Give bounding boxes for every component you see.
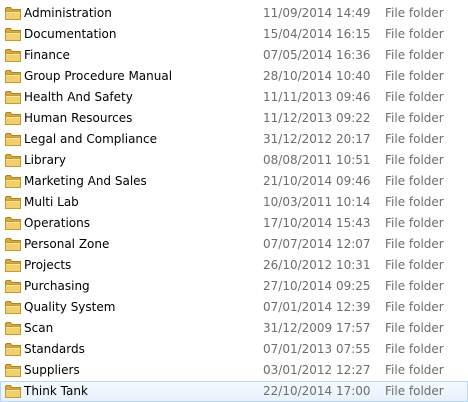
folder-name: Finance: [24, 48, 70, 62]
date-modified: 10/03/2011 10:14: [263, 195, 371, 209]
folder-name: Documentation: [24, 27, 117, 41]
folder-name: Administration: [24, 6, 112, 20]
date-modified: 03/01/2012 12:27: [263, 363, 371, 377]
date-modified: 11/09/2014 14:49: [263, 6, 371, 20]
folder-icon: [5, 153, 21, 168]
folder-icon: [5, 90, 21, 105]
folder-icon: [5, 48, 21, 63]
folder-row[interactable]: Suppliers 03/01/2012 12:27 File folder: [0, 360, 468, 381]
folder-name: Purchasing: [24, 279, 90, 293]
folder-row[interactable]: Scan 31/12/2009 17:57 File folder: [0, 318, 468, 339]
folder-name: Quality System: [24, 300, 116, 314]
date-modified: 31/12/2009 17:57: [263, 321, 371, 335]
folder-name: Human Resources: [24, 111, 133, 125]
folder-icon: [5, 237, 21, 252]
folder-icon: [5, 258, 21, 273]
folder-row[interactable]: Think Tank 22/10/2014 17:00 File folder: [0, 381, 468, 402]
item-type: File folder: [385, 384, 444, 398]
folder-icon: [5, 342, 21, 357]
folder-icon: [5, 384, 21, 399]
folder-icon: [5, 279, 21, 294]
folder-row[interactable]: Standards 07/01/2013 07:55 File folder: [0, 339, 468, 360]
folder-row[interactable]: Documentation 15/04/2014 16:15 File folder: [0, 24, 468, 45]
item-type: File folder: [385, 6, 444, 20]
date-modified: 21/10/2014 09:46: [263, 174, 371, 188]
file-list: Administration 11/09/2014 14:49 File folde…: [0, 3, 468, 402]
date-modified: 28/10/2014 10:40: [263, 69, 371, 83]
item-type: File folder: [385, 48, 444, 62]
folder-icon: [5, 300, 21, 315]
item-type: File folder: [385, 132, 444, 146]
folder-row[interactable]: Marketing And Sales 21/10/2014 09:46 File …: [0, 171, 468, 192]
folder-row[interactable]: Purchasing 27/10/2014 09:25 File folder: [0, 276, 468, 297]
folder-row[interactable]: Operations 17/10/2014 15:43 File folder: [0, 213, 468, 234]
folder-row[interactable]: Library 08/08/2011 10:51 File folder: [0, 150, 468, 171]
folder-name: Projects: [24, 258, 72, 272]
item-type: File folder: [385, 195, 444, 209]
date-modified: 15/04/2014 16:15: [263, 27, 371, 41]
folder-row[interactable]: Group Procedure Manual 28/10/2014 10:40 Fi…: [0, 66, 468, 87]
folder-row[interactable]: Administration 11/09/2014 14:49 File folde…: [0, 3, 468, 24]
folder-icon: [5, 174, 21, 189]
folder-row[interactable]: Human Resources 11/12/2013 09:22 File fold…: [0, 108, 468, 129]
item-type: File folder: [385, 27, 444, 41]
folder-icon: [5, 69, 21, 84]
folder-icon: [5, 6, 21, 21]
folder-name: Health And Safety: [24, 90, 133, 104]
date-modified: 22/10/2014 17:00: [263, 384, 371, 398]
folder-row[interactable]: Multi Lab 10/03/2011 10:14 File folder: [0, 192, 468, 213]
folder-row[interactable]: Legal and Compliance 31/12/2012 20:17 File…: [0, 129, 468, 150]
item-type: File folder: [385, 363, 444, 377]
folder-name: Scan: [24, 321, 54, 335]
folder-name: Group Procedure Manual: [24, 69, 173, 83]
item-type: File folder: [385, 216, 444, 230]
date-modified: 07/05/2014 16:36: [263, 48, 371, 62]
item-type: File folder: [385, 90, 444, 104]
date-modified: 07/07/2014 12:07: [263, 237, 371, 251]
item-type: File folder: [385, 111, 444, 125]
folder-name: Suppliers: [24, 363, 80, 377]
folder-row[interactable]: Personal Zone 07/07/2014 12:07 File folder: [0, 234, 468, 255]
folder-name: Marketing And Sales: [24, 174, 147, 188]
folder-row[interactable]: Quality System 07/01/2014 12:39 File folde…: [0, 297, 468, 318]
date-modified: 11/11/2013 09:46: [263, 90, 371, 104]
item-type: File folder: [385, 279, 444, 293]
folder-name: Think Tank: [24, 384, 88, 398]
folder-icon: [5, 132, 21, 147]
item-type: File folder: [385, 321, 444, 335]
folder-name: Library: [24, 153, 66, 167]
folder-name: Operations: [24, 216, 90, 230]
folder-row[interactable]: Finance 07/05/2014 16:36 File folder: [0, 45, 468, 66]
folder-name: Legal and Compliance: [24, 132, 158, 146]
folder-icon: [5, 27, 21, 42]
item-type: File folder: [385, 153, 444, 167]
item-type: File folder: [385, 258, 444, 272]
date-modified: 08/08/2011 10:51: [263, 153, 371, 167]
date-modified: 26/10/2012 10:31: [263, 258, 371, 272]
folder-icon: [5, 216, 21, 231]
folder-name: Multi Lab: [24, 195, 79, 209]
item-type: File folder: [385, 342, 444, 356]
folder-row[interactable]: Health And Safety 11/11/2013 09:46 File fo…: [0, 87, 468, 108]
date-modified: 17/10/2014 15:43: [263, 216, 371, 230]
date-modified: 27/10/2014 09:25: [263, 279, 371, 293]
folder-name: Standards: [24, 342, 85, 356]
date-modified: 07/01/2013 07:55: [263, 342, 371, 356]
folder-row[interactable]: Projects 26/10/2012 10:31 File folder: [0, 255, 468, 276]
date-modified: 11/12/2013 09:22: [263, 111, 371, 125]
item-type: File folder: [385, 174, 444, 188]
folder-icon: [5, 111, 21, 126]
date-modified: 31/12/2012 20:17: [263, 132, 371, 146]
folder-name: Personal Zone: [24, 237, 110, 251]
folder-icon: [5, 321, 21, 336]
date-modified: 07/01/2014 12:39: [263, 300, 371, 314]
item-type: File folder: [385, 69, 444, 83]
item-type: File folder: [385, 300, 444, 314]
folder-icon: [5, 195, 21, 210]
folder-icon: [5, 363, 21, 378]
item-type: File folder: [385, 237, 444, 251]
